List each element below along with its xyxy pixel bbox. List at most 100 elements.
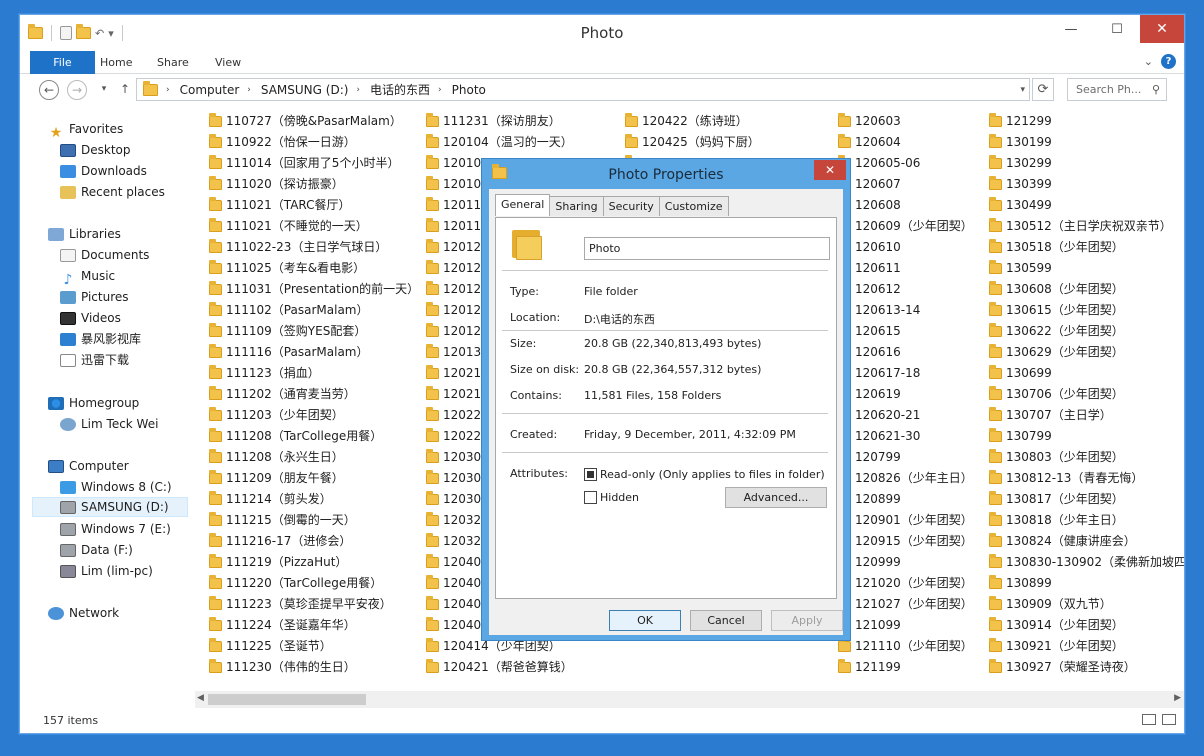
folder-item[interactable]: 111021（不睡觉的一天） — [209, 216, 419, 237]
folder-item[interactable]: 120999 — [838, 552, 973, 573]
search-input[interactable]: Search Ph... ⚲ — [1067, 78, 1167, 101]
folder-item[interactable]: 111208（TarCollege用餐） — [209, 426, 419, 447]
folder-item[interactable]: 130499 — [989, 195, 1184, 216]
sidebar-item-data-f[interactable]: Data (F:) — [60, 540, 133, 560]
folder-item[interactable]: 120613-14 — [838, 300, 973, 321]
folder-item[interactable]: 130830-130902（柔佛新加坡四日游） — [989, 552, 1184, 573]
folder-item[interactable]: 120616 — [838, 342, 973, 363]
refresh-button[interactable]: ⟳ — [1032, 78, 1054, 101]
chevron-down-icon[interactable]: ▾ — [1020, 85, 1025, 95]
dialog-close-button[interactable]: ✕ — [814, 160, 846, 180]
folder-item[interactable]: 111220（TarCollege用餐） — [209, 573, 419, 594]
sidebar-item-lim-teck-wei[interactable]: Lim Teck Wei — [60, 414, 158, 434]
readonly-checkbox[interactable] — [584, 468, 597, 481]
search-icon[interactable]: ⚲ — [1152, 79, 1160, 100]
folder-item[interactable]: 111031（Presentation的前一天） — [209, 279, 419, 300]
folder-item[interactable]: 130707（主日学） — [989, 405, 1184, 426]
folder-item[interactable]: 111209（朋友午餐） — [209, 468, 419, 489]
folder-item[interactable]: 120799 — [838, 447, 973, 468]
folder-item[interactable]: 130199 — [989, 132, 1184, 153]
back-button[interactable]: ← — [39, 80, 59, 100]
tab-file[interactable]: File — [30, 51, 95, 74]
folder-item[interactable]: 120104（温习的一天） — [426, 132, 573, 153]
folder-item[interactable]: 130927（荣耀圣诗夜） — [989, 657, 1184, 678]
sidebar-item-pictures[interactable]: Pictures — [60, 287, 129, 307]
help-icon[interactable]: ? — [1161, 54, 1176, 69]
ok-button[interactable]: OK — [609, 610, 681, 631]
cancel-button[interactable]: Cancel — [690, 610, 762, 631]
tab-share[interactable]: Share — [157, 51, 189, 74]
sidebar-computer[interactable]: Computer — [48, 456, 129, 476]
scroll-left-icon[interactable]: ◀ — [197, 693, 204, 703]
folder-item[interactable]: 111208（永兴生日） — [209, 447, 419, 468]
breadcrumb-phone-stuff[interactable]: 电话的东西 — [370, 81, 430, 98]
sidebar-item-windows8-c[interactable]: Windows 8 (C:) — [60, 477, 172, 497]
folder-item[interactable]: 111109（签购YES配套） — [209, 321, 419, 342]
folder-item[interactable]: 120608 — [838, 195, 973, 216]
sidebar-item-videos[interactable]: Videos — [60, 308, 121, 328]
folder-item[interactable]: 120617-18 — [838, 363, 973, 384]
scrollbar-thumb[interactable] — [208, 694, 366, 705]
breadcrumb-samsung[interactable]: SAMSUNG (D:) — [261, 83, 349, 97]
folder-item[interactable]: 120425（妈妈下厨） — [625, 132, 760, 153]
sidebar-favorites[interactable]: ★ Favorites — [48, 119, 124, 141]
folder-item[interactable]: 120421（帮爸爸算钱） — [426, 657, 573, 678]
tab-security[interactable]: Security — [602, 196, 660, 216]
sidebar-item-downloads[interactable]: Downloads — [60, 161, 147, 181]
folder-item[interactable]: 130914（少年团契） — [989, 615, 1184, 636]
folder-item[interactable]: 130818（少年主日） — [989, 510, 1184, 531]
folder-item[interactable]: 120604 — [838, 132, 973, 153]
folder-item[interactable]: 120607 — [838, 174, 973, 195]
folder-item[interactable]: 121027（少年团契） — [838, 594, 973, 615]
tab-view[interactable]: View — [215, 51, 241, 74]
sidebar-item-samsung-d[interactable]: SAMSUNG (D:) — [32, 497, 188, 517]
minimize-button[interactable]: — — [1048, 15, 1094, 43]
folder-item[interactable]: 130518（少年团契） — [989, 237, 1184, 258]
maximize-button[interactable]: ☐ — [1094, 15, 1140, 43]
folder-item[interactable]: 111223（莫珍歪提早平安夜） — [209, 594, 419, 615]
folder-item[interactable]: 120612 — [838, 279, 973, 300]
folder-item[interactable]: 130921（少年团契） — [989, 636, 1184, 657]
folder-item[interactable]: 111224（圣诞嘉年华） — [209, 615, 419, 636]
folder-item[interactable]: 130299 — [989, 153, 1184, 174]
folder-name-input[interactable]: Photo — [584, 237, 830, 260]
folder-item[interactable]: 120609（少年团契） — [838, 216, 973, 237]
folder-item[interactable]: 111216-17（进修会） — [209, 531, 419, 552]
folder-item[interactable]: 120901（少年团契） — [838, 510, 973, 531]
folder-item[interactable]: 121299 — [989, 111, 1184, 132]
apply-button[interactable]: Apply — [771, 610, 843, 631]
folder-item[interactable]: 111020（探访振豪） — [209, 174, 419, 195]
recent-locations-dropdown[interactable]: ▾ — [94, 80, 114, 100]
sidebar-item-recent-places[interactable]: Recent places — [60, 182, 165, 202]
tab-sharing[interactable]: Sharing — [549, 196, 604, 216]
folder-item[interactable]: 130512（主日学庆祝双亲节） — [989, 216, 1184, 237]
folder-item[interactable]: 111102（PasarMalam） — [209, 300, 419, 321]
folder-item[interactable]: 111025（考车&看电影） — [209, 258, 419, 279]
sidebar-item-documents[interactable]: Documents — [60, 245, 149, 265]
folder-item[interactable]: 130799 — [989, 426, 1184, 447]
sidebar-item-baofeng-library[interactable]: 暴风影视库 — [60, 329, 141, 349]
tab-general[interactable]: General — [495, 194, 551, 216]
folder-item[interactable]: 130629（少年团契） — [989, 342, 1184, 363]
sidebar-item-music[interactable]: ♪ Music — [60, 266, 116, 288]
folder-item[interactable]: 111219（PizzaHut） — [209, 552, 419, 573]
folder-item[interactable]: 120422（练诗班） — [625, 111, 760, 132]
folder-item[interactable]: 111230（伟伟的生日） — [209, 657, 419, 678]
folder-item[interactable]: 130706（少年团契） — [989, 384, 1184, 405]
tab-customize[interactable]: Customize — [658, 196, 729, 216]
folder-item[interactable]: 110727（傍晚&PasarMalam） — [209, 111, 419, 132]
close-button[interactable]: ✕ — [1140, 15, 1184, 43]
folder-item[interactable]: 111014（回家用了5个小时半） — [209, 153, 419, 174]
sidebar-item-xunlei-downloads[interactable]: 迅雷下载 — [60, 350, 129, 370]
folder-item[interactable]: 120899 — [838, 489, 973, 510]
folder-item[interactable]: 120610 — [838, 237, 973, 258]
sidebar-network[interactable]: Network — [48, 603, 119, 623]
folder-item[interactable]: 111022-23（主日学气球日） — [209, 237, 419, 258]
up-button[interactable]: ↑ — [115, 80, 135, 100]
folder-item[interactable]: 120615 — [838, 321, 973, 342]
folder-item[interactable]: 130817（少年团契） — [989, 489, 1184, 510]
advanced-button[interactable]: Advanced... — [725, 487, 827, 508]
folder-item[interactable]: 120611 — [838, 258, 973, 279]
folder-item[interactable]: 110922（怡保一日游） — [209, 132, 419, 153]
breadcrumb-computer[interactable]: Computer — [180, 83, 240, 97]
